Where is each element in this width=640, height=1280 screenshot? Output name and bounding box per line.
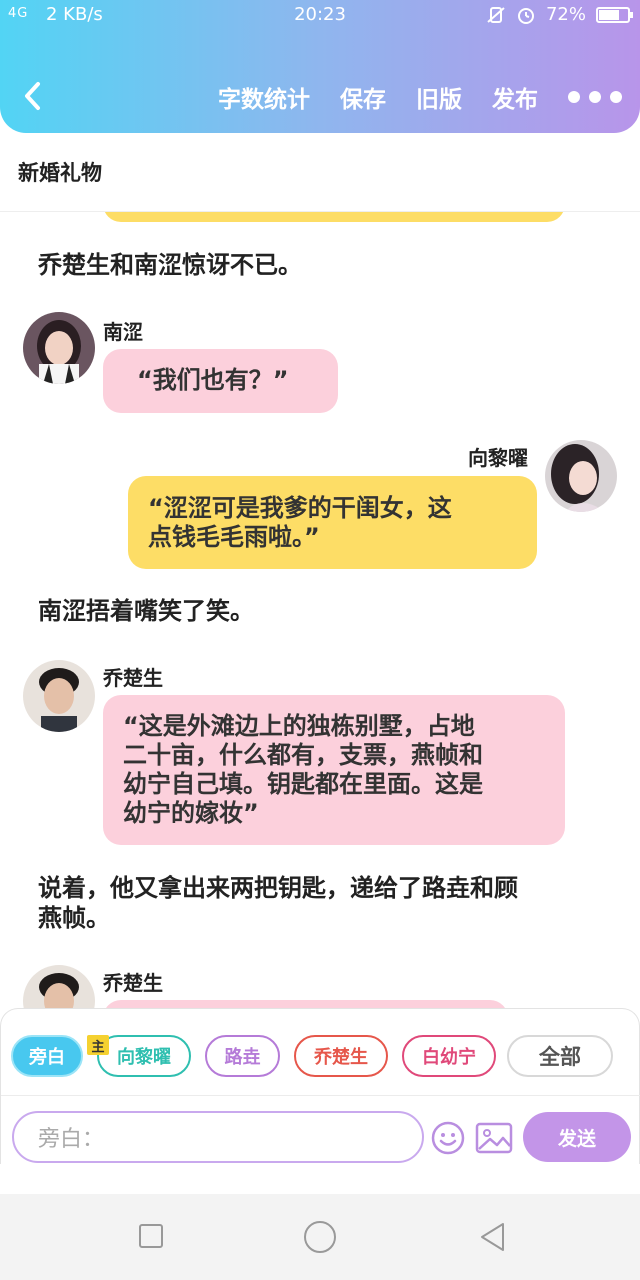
message-bubble[interactable]: “涩涩可是我爹的干闺女，这 点钱毛毛雨啦。” [128,476,537,569]
back-button[interactable] [18,78,48,114]
girl-portrait-icon [545,440,617,512]
status-right-group: 72% [486,4,633,25]
speaker-name: 乔楚生 [103,666,163,690]
chevron-left-icon [25,82,40,110]
publish-button[interactable]: 发布 [492,80,538,114]
chip-label: 旁白 [29,1047,65,1068]
character-chip-qiaochusheng[interactable]: 乔楚生 [294,1035,388,1077]
host-badge: 主 [87,1035,109,1055]
panel-bottom-spacer [0,1164,640,1194]
character-chip-narrator[interactable]: 旁白 [11,1035,83,1077]
composer-panel: 旁白 向黎曜 主 路垚 乔楚生 白幼宁 全部 旁白： 发送 [0,1008,640,1164]
narration-line[interactable]: 乔楚生和南涩惊讶不已。 [38,250,302,280]
man-portrait-icon [23,660,95,732]
word-count-button[interactable]: 字数统计 [218,80,310,114]
battery-level [599,9,620,20]
girl-portrait-icon [23,312,95,384]
document-title[interactable]: 新婚礼物 [18,157,102,187]
character-chip-all[interactable]: 全部 [507,1035,613,1077]
old-version-button[interactable]: 旧版 [416,80,462,114]
chip-label: 白幼宁 [422,1047,476,1068]
send-button[interactable]: 发送 [523,1112,631,1162]
message-text-line: 点钱毛毛雨啦。” [148,523,320,551]
message-text-line: 幼宁的嫁妆” [123,799,259,827]
system-navigation-bar [0,1194,640,1280]
character-chip-xiangliyao[interactable]: 向黎曜 [97,1035,191,1077]
narration-text-line: 说着，他又拿出来两把钥匙，递给了路垚和顾 [38,874,518,902]
avatar-qiaochusheng[interactable] [23,660,95,732]
battery-percent: 72% [545,4,586,25]
chat-area[interactable]: 乔楚生和南涩惊讶不已。 南涩 “我们也有？” 向黎曜 “涩涩可是我爹的干闺女，这… [0,212,640,1008]
message-text-line: 幼宁自己填。钥匙都在里面。这是 [123,770,483,798]
speaker-name: 向黎曜 [468,446,528,470]
smiley-icon[interactable] [431,1121,465,1155]
back-triangle-icon[interactable] [478,1221,506,1253]
message-text-line: “涩涩可是我爹的干闺女，这 [148,494,452,522]
alarm-icon [517,7,534,24]
speaker-name: 南涩 [103,320,143,344]
app-root: 4G 2 KB/s 20:23 72% 字数统计 保存 旧版 发布 新婚礼物 乔… [0,0,640,1280]
message-bubble-partial[interactable] [103,212,565,222]
message-text-line: “这是外滩边上的独栋别墅，占地 [123,712,475,740]
battery-icon [596,6,633,23]
message-input[interactable]: 旁白： [12,1111,424,1163]
message-bubble[interactable]: “这是外滩边上的独栋别墅，占地 二十亩，什么都有，支票，燕帧和 幼宁自己填。钥匙… [103,695,565,845]
chip-label: 向黎曜 [117,1047,171,1068]
message-bubble[interactable]: “我们也有？” [103,349,338,413]
chip-label: 全部 [539,1045,581,1069]
avatar-qiaochusheng[interactable] [23,965,95,1008]
avatar-nanse[interactable] [23,312,95,384]
divider [1,1095,640,1096]
character-chip-baiyouning[interactable]: 白幼宁 [402,1035,496,1077]
avatar-xiangliyao[interactable] [545,440,617,512]
narration-line[interactable]: 说着，他又拿出来两把钥匙，递给了路垚和顾 燕帧。 [38,873,518,933]
recent-apps-icon[interactable] [138,1223,164,1249]
save-button[interactable]: 保存 [340,80,386,114]
narration-text-line: 燕帧。 [38,904,110,932]
vibrate-icon [487,6,505,23]
status-bar: 4G 2 KB/s 20:23 72% [0,0,640,34]
chip-label: 路垚 [224,1047,261,1068]
character-chip-luyao[interactable]: 路垚 [205,1035,280,1077]
speaker-name: 乔楚生 [103,971,163,995]
home-icon[interactable] [303,1220,337,1254]
message-text: “我们也有？” [137,366,289,394]
image-icon[interactable] [475,1122,513,1154]
message-text-line: 二十亩，什么都有，支票，燕帧和 [123,741,483,769]
message-bubble-partial[interactable] [103,1000,508,1008]
input-placeholder: 旁白： [38,1127,105,1152]
header-actions: 字数统计 保存 旧版 发布 [218,80,622,114]
man-portrait-icon [23,965,95,1008]
top-app-bar: 4G 2 KB/s 20:23 72% 字数统计 保存 旧版 发布 [0,0,640,133]
chip-label: 乔楚生 [314,1047,368,1068]
more-dots-icon[interactable] [568,91,622,103]
narration-line[interactable]: 南涩捂着嘴笑了笑。 [38,596,254,626]
